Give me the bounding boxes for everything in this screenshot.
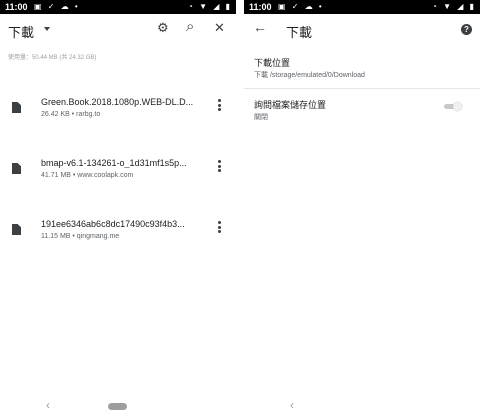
home-pill[interactable] xyxy=(108,403,127,410)
close-icon[interactable]: ✕ xyxy=(214,21,225,35)
settings-title: 下載 xyxy=(286,25,313,40)
toggle-knob xyxy=(453,102,462,111)
nav-back-icon[interactable]: ‹ xyxy=(46,398,50,412)
file-icon xyxy=(12,163,21,174)
screens-container: 11:00 ▣ ✓ ☁ • ◔ ▼ ◢ ▮ 下載 ⚙ ⌕ ✕ 使用量：50.44… xyxy=(0,0,480,420)
download-meta: 41.71 MB • www.coolapk.com xyxy=(41,172,134,179)
ask-location-value: 關閉 xyxy=(254,114,268,121)
gear-icon[interactable]: ⚙ xyxy=(157,21,169,35)
downloads-screen: 11:00 ▣ ✓ ☁ • ◔ ▼ ◢ ▮ 下載 ⚙ ⌕ ✕ 使用量：50.44… xyxy=(0,0,236,420)
ask-location-setting[interactable]: 詢問檔案儲存位置 關閉 xyxy=(244,98,480,128)
status-time: 11:00 xyxy=(249,2,272,12)
navigation-bar: ‹ xyxy=(244,394,480,420)
chevron-down-icon[interactable] xyxy=(44,27,50,31)
divider xyxy=(244,88,480,89)
download-name: bmap-v6.1-134261-o_1d31mf1s5p... xyxy=(41,158,187,168)
status-time: 11:00 xyxy=(5,2,28,12)
download-location-setting[interactable]: 下載位置 下載 /storage/emulated/0/Download xyxy=(244,56,480,86)
home-pill[interactable] xyxy=(352,403,371,410)
download-item[interactable]: 191ee6346ab6c8dc17490c93f4b3... 11.15 MB… xyxy=(0,218,236,258)
download-settings-screen: 11:00 ▣ ✓ ☁ • ◔ ▼ ◢ ▮ ← 下載 ? 下載位置 下載 /st… xyxy=(244,0,480,420)
download-location-label: 下載位置 xyxy=(254,58,291,68)
ask-location-label: 詢問檔案儲存位置 xyxy=(254,100,327,110)
system-icons: ◔ ▼ ◢ ▮ xyxy=(432,2,476,11)
more-options-icon[interactable] xyxy=(218,160,221,174)
more-options-icon[interactable] xyxy=(218,99,221,113)
status-bar: 11:00 ▣ ✓ ☁ • ◔ ▼ ◢ ▮ xyxy=(0,0,236,14)
file-icon xyxy=(12,224,21,235)
download-item[interactable]: bmap-v6.1-134261-o_1d31mf1s5p... 41.71 M… xyxy=(0,157,236,197)
download-location-value: 下載 /storage/emulated/0/Download xyxy=(254,72,365,79)
storage-usage: 使用量：50.44 MB (共 24.32 GB) xyxy=(8,55,97,61)
download-meta: 26.42 KB • rarbg.to xyxy=(41,111,101,118)
download-name: 191ee6346ab6c8dc17490c93f4b3... xyxy=(41,219,185,229)
download-item[interactable]: Green.Book.2018.1080p.WEB-DL.D... 26.42 … xyxy=(0,96,236,136)
ask-location-toggle[interactable] xyxy=(444,102,462,111)
search-icon[interactable]: ⌕ xyxy=(186,19,194,34)
more-options-icon[interactable] xyxy=(218,221,221,235)
download-name: Green.Book.2018.1080p.WEB-DL.D... xyxy=(41,97,193,107)
system-icons: ◔ ▼ ◢ ▮ xyxy=(188,2,232,11)
notification-icons: ▣ ✓ ☁ • xyxy=(278,2,324,11)
file-icon xyxy=(12,102,21,113)
navigation-bar: ‹ xyxy=(0,394,236,420)
back-arrow-icon[interactable]: ← xyxy=(253,19,267,35)
download-meta: 11.15 MB • qingmang.me xyxy=(41,233,120,240)
nav-back-icon[interactable]: ‹ xyxy=(290,398,294,412)
help-icon[interactable]: ? xyxy=(461,24,472,35)
notification-icons: ▣ ✓ ☁ • xyxy=(34,2,80,11)
status-bar: 11:00 ▣ ✓ ☁ • ◔ ▼ ◢ ▮ xyxy=(244,0,480,14)
downloads-title: 下載 xyxy=(8,25,35,40)
